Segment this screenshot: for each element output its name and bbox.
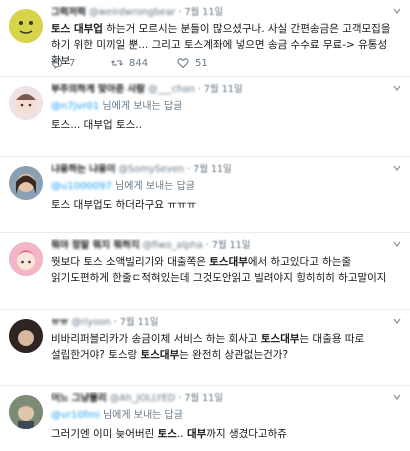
tweet[interactable]: 그럭저럭 @weirdwrongbear · 7월 11일 토스 대부업 하는거 … (0, 0, 410, 77)
tweet[interactable]: 뭐야 정말 뭐지 뭐하지 @fiwo_alpha · 7월 11일 뭣보다 토스 … (0, 233, 410, 310)
timestamp[interactable]: · 7월 11일 (178, 393, 223, 404)
tweet-text: 토스... 대부업 토스.. (51, 117, 404, 133)
display-name[interactable]: 어느 그냥물리 (51, 393, 107, 404)
like-icon (177, 58, 189, 69)
retweet-count: 844 (129, 57, 149, 69)
tweet-actions: 7 844 51 (51, 56, 237, 70)
retweet-button[interactable]: 844 (111, 57, 177, 69)
tweet-header: 냐옹하는 냐옹이 @SomySeven · 7월 11일 (51, 163, 404, 176)
tweet-text: 그러기엔 이미 늦어버린 토스.. 대부까지 생겼다고하쥬 (51, 426, 404, 442)
display-name[interactable]: 그럭저럭 (51, 7, 86, 18)
reply-context: @n7jvr01 님에게 보내는 답글 (51, 100, 404, 113)
tweet-header: 부주의하게 맞아준 사람 @___chan · 7월 11일 (51, 83, 404, 96)
reply-context-label: 님에게 보내는 답글 (99, 410, 183, 421)
reply-context-label: 님에게 보내는 답글 (111, 181, 196, 192)
avatar[interactable] (9, 395, 43, 429)
avatar[interactable] (9, 319, 43, 353)
timestamp[interactable]: · 7월 11일 (178, 7, 223, 18)
text-run: 비바리퍼블리카가 송금이체 서비스 하는 회사고 (51, 333, 261, 345)
reply-count: 7 (69, 57, 76, 69)
text-run: 는 완전히 상관없는건가? (179, 349, 289, 361)
tweet-header: 뭐야 정말 뭐지 뭐하지 @fiwo_alpha · 7월 11일 (51, 239, 404, 252)
tweet-header: ㅠㅠ @riyoon · 7월 11일 (51, 316, 404, 329)
tweet[interactable]: ㅠㅠ @riyoon · 7월 11일 비바리퍼블리카가 송금이체 서비스 하는 … (0, 310, 410, 386)
tweet-feed: 그럭저럭 @weirdwrongbear · 7월 11일 토스 대부업 하는거 … (0, 0, 410, 451)
reply-context-label: 님에게 보내는 답글 (99, 101, 183, 112)
avatar[interactable] (9, 242, 43, 276)
text-run: 뭣보다 토스 소액빌리기와 대출쪽은 (51, 256, 210, 268)
tweet-header: 그럭저럭 @weirdwrongbear · 7월 11일 (51, 6, 404, 19)
like-count: 51 (195, 57, 208, 69)
bold-text: 토스 대부업 (51, 23, 103, 35)
bold-text: 토스 (157, 428, 177, 440)
tweet[interactable]: 부주의하게 맞아준 사람 @___chan · 7월 11일 @n7jvr01 님… (0, 77, 410, 157)
user-handle[interactable]: @SomySeven (119, 164, 185, 175)
display-name[interactable]: 뭐야 정말 뭐지 뭐하지 (51, 240, 140, 251)
bold-text: 토스대부 (209, 256, 248, 268)
avatar[interactable] (9, 166, 43, 200)
tweet-text: 비바리퍼블리카가 송금이체 서비스 하는 회사고 토스대부는 대출용 따로 설립… (51, 331, 404, 363)
text-run: 토스 대부업도 하더라구요 ㅠㅠㅠ (51, 199, 197, 211)
like-button[interactable]: 51 (177, 57, 237, 69)
mention-link[interactable]: @vr10fmi (51, 410, 100, 421)
tweet-text: 토스 대부업도 하더라구요 ㅠㅠㅠ (51, 197, 404, 213)
reply-button[interactable]: 7 (51, 57, 111, 69)
display-name[interactable]: ㅠㅠ (51, 317, 68, 328)
user-handle[interactable]: @weirdwrongbear (89, 7, 175, 18)
avatar[interactable] (9, 86, 43, 120)
mention-link[interactable]: @u1000097 (51, 181, 112, 192)
timestamp[interactable]: · 7월 11일 (187, 164, 232, 175)
bold-text: 토스대부 (260, 333, 300, 345)
reply-context: @u1000097 님에게 보내는 답글 (51, 180, 404, 193)
reply-context: @vr10fmi 님에게 보내는 답글 (51, 409, 404, 422)
tweet[interactable]: 어느 그냥물리 @Ah_JOLLYED · 7월 11일 @vr10fmi 님에게… (0, 386, 410, 451)
tweet-text: 뭣보다 토스 소액빌리기와 대출쪽은 토스대부에서 하고있다고 하는줄 읽기도편… (51, 254, 404, 286)
timestamp[interactable]: · 7월 11일 (114, 317, 159, 328)
tweet-header: 어느 그냥물리 @Ah_JOLLYED · 7월 11일 (51, 392, 404, 405)
user-handle[interactable]: @Ah_JOLLYED (110, 393, 176, 404)
tweet[interactable]: 냐옹하는 냐옹이 @SomySeven · 7월 11일 @u1000097 님에… (0, 157, 410, 233)
avatar[interactable] (9, 9, 43, 43)
display-name[interactable]: 냐옹하는 냐옹이 (51, 164, 116, 175)
user-handle[interactable]: @riyoon (71, 317, 110, 328)
retweet-icon (111, 60, 123, 66)
user-handle[interactable]: @fiwo_alpha (143, 240, 203, 251)
text-run: .. (176, 428, 187, 440)
user-handle[interactable]: @___chan (148, 84, 195, 95)
text-run: 그러기엔 이미 늦어버린 (51, 428, 158, 440)
text-run: 까지 생겼다고하쥬 (206, 428, 287, 440)
bold-text: 토스대부 (140, 349, 180, 361)
display-name[interactable]: 부주의하게 맞아준 사람 (51, 84, 145, 95)
reply-icon (51, 58, 63, 69)
timestamp[interactable]: · 7월 11일 (198, 84, 243, 95)
bold-text: 대부 (186, 428, 207, 440)
text-run: 토스... 대부업 토스.. (51, 119, 142, 131)
mention-link[interactable]: @n7jvr01 (51, 101, 99, 112)
timestamp[interactable]: · 7월 11일 (206, 240, 251, 251)
